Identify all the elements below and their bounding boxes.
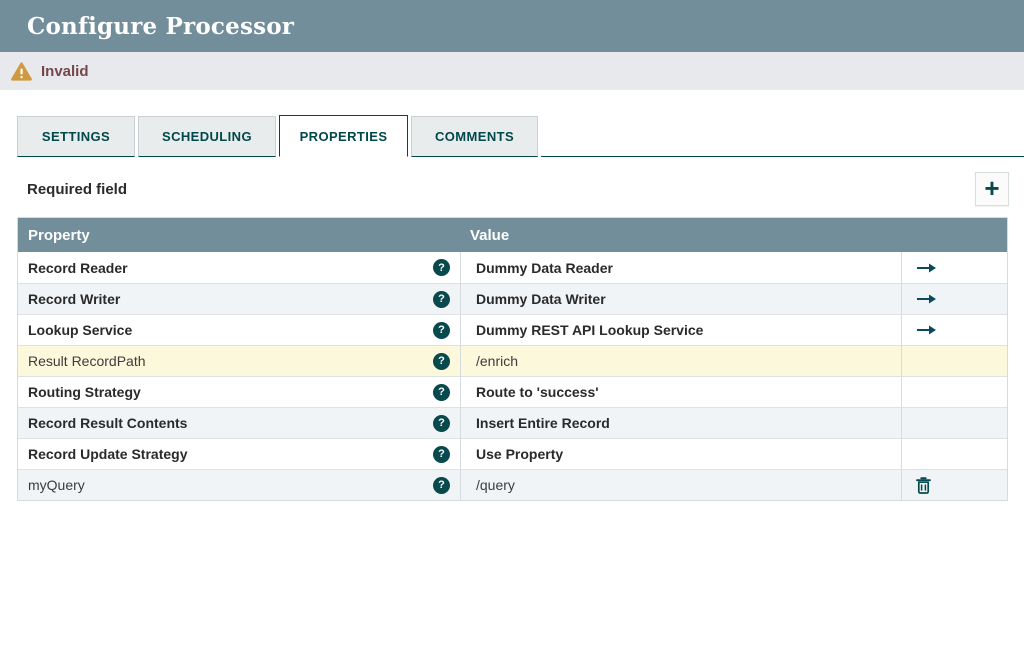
tab-bar-filler xyxy=(541,116,1024,157)
value-cell[interactable]: Use Property xyxy=(460,439,901,469)
property-name: Lookup Service xyxy=(28,322,132,338)
property-cell: Lookup Service ? xyxy=(18,315,460,345)
action-cell xyxy=(901,315,1007,345)
help-icon[interactable]: ? xyxy=(433,477,450,494)
table-header-row: Property Value xyxy=(18,218,1007,252)
tab-comments-label: COMMENTS xyxy=(435,129,514,144)
go-to-service-icon[interactable] xyxy=(916,262,937,274)
property-cell: Record Writer ? xyxy=(18,284,460,314)
table-row: Routing Strategy ? Route to 'success' xyxy=(18,376,1007,407)
property-value: Insert Entire Record xyxy=(476,415,610,431)
tab-settings-label: SETTINGS xyxy=(42,129,110,144)
value-cell[interactable]: Route to 'success' xyxy=(460,377,901,407)
value-cell[interactable]: Dummy Data Reader xyxy=(460,252,901,283)
property-name: myQuery xyxy=(28,477,85,493)
table-row: myQuery ? /query xyxy=(18,469,1007,500)
column-header-property: Property xyxy=(18,227,460,244)
action-cell xyxy=(901,284,1007,314)
property-value: Dummy Data Writer xyxy=(476,291,606,307)
tab-scheduling-label: SCHEDULING xyxy=(162,129,252,144)
property-cell: myQuery ? xyxy=(18,470,460,500)
value-cell[interactable]: /query xyxy=(460,470,901,500)
table-row: Record Update Strategy ? Use Property xyxy=(18,438,1007,469)
property-name: Record Reader xyxy=(28,260,128,276)
add-property-button[interactable]: + xyxy=(975,172,1009,206)
plus-icon: + xyxy=(984,175,999,201)
property-name: Record Update Strategy xyxy=(28,446,187,462)
property-cell: Routing Strategy ? xyxy=(18,377,460,407)
help-icon[interactable]: ? xyxy=(433,291,450,308)
property-value: Dummy Data Reader xyxy=(476,260,613,276)
help-icon[interactable]: ? xyxy=(433,322,450,339)
table-row: Record Writer ? Dummy Data Writer xyxy=(18,283,1007,314)
value-cell[interactable]: Dummy REST API Lookup Service xyxy=(460,315,901,345)
properties-toolbar: Required field + xyxy=(0,157,1024,217)
action-cell xyxy=(901,346,1007,376)
warning-triangle-icon xyxy=(11,62,32,81)
tab-properties-label: PROPERTIES xyxy=(300,129,388,144)
property-value: Use Property xyxy=(476,446,563,462)
trash-icon[interactable] xyxy=(916,477,931,494)
table-row: Record Reader ? Dummy Data Reader xyxy=(18,252,1007,283)
tab-properties[interactable]: PROPERTIES xyxy=(279,115,408,157)
help-icon[interactable]: ? xyxy=(433,259,450,276)
help-icon[interactable]: ? xyxy=(433,384,450,401)
required-field-label: Required field xyxy=(27,181,127,198)
action-cell xyxy=(901,470,1007,500)
property-name: Result RecordPath xyxy=(28,353,146,369)
go-to-service-icon[interactable] xyxy=(916,324,937,336)
help-icon[interactable]: ? xyxy=(433,415,450,432)
property-cell: Record Update Strategy ? xyxy=(18,439,460,469)
property-name: Routing Strategy xyxy=(28,384,141,400)
help-icon[interactable]: ? xyxy=(433,353,450,370)
table-row: Lookup Service ? Dummy REST API Lookup S… xyxy=(18,314,1007,345)
value-cell[interactable]: Dummy Data Writer xyxy=(460,284,901,314)
column-header-value: Value xyxy=(460,227,1007,244)
help-icon[interactable]: ? xyxy=(433,446,450,463)
dialog-header: Configure Processor xyxy=(0,0,1024,52)
property-cell: Result RecordPath ? xyxy=(18,346,460,376)
status-badge: Invalid xyxy=(41,63,89,80)
value-cell[interactable]: Insert Entire Record xyxy=(460,408,901,438)
property-value: Dummy REST API Lookup Service xyxy=(476,322,703,338)
tab-comments[interactable]: COMMENTS xyxy=(411,116,538,157)
properties-table: Property Value Record Reader ? Dummy Dat… xyxy=(17,217,1008,501)
action-cell xyxy=(901,408,1007,438)
configure-processor-dialog: Configure Processor Invalid SETTINGS SCH… xyxy=(0,0,1024,501)
action-cell xyxy=(901,252,1007,283)
validation-status-bar: Invalid xyxy=(0,52,1024,90)
property-name: Record Result Contents xyxy=(28,415,187,431)
property-value: Route to 'success' xyxy=(476,384,599,400)
go-to-service-icon[interactable] xyxy=(916,293,937,305)
table-row: Result RecordPath ? /enrich xyxy=(18,345,1007,376)
dialog-title: Configure Processor xyxy=(0,13,294,40)
tab-bar: SETTINGS SCHEDULING PROPERTIES COMMENTS xyxy=(17,115,1024,157)
tab-scheduling[interactable]: SCHEDULING xyxy=(138,116,276,157)
table-row: Record Result Contents ? Insert Entire R… xyxy=(18,407,1007,438)
action-cell xyxy=(901,439,1007,469)
property-cell: Record Result Contents ? xyxy=(18,408,460,438)
property-value: /query xyxy=(476,477,515,493)
action-cell xyxy=(901,377,1007,407)
property-cell: Record Reader ? xyxy=(18,252,460,283)
property-value: /enrich xyxy=(476,353,518,369)
property-name: Record Writer xyxy=(28,291,120,307)
tab-settings[interactable]: SETTINGS xyxy=(17,116,135,157)
value-cell[interactable]: /enrich xyxy=(460,346,901,376)
